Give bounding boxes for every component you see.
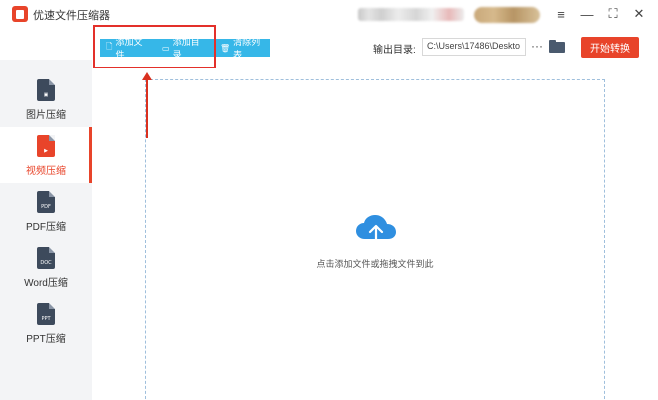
sidebar-item-label: 视频压缩 [26, 166, 66, 177]
app-logo-icon [12, 6, 28, 22]
title-bar: 优速文件压缩器 ≡ — ⛶ ✕ [0, 0, 658, 28]
image-file-icon: ▣ [37, 79, 55, 101]
start-convert-button[interactable]: 开始转换 [581, 37, 639, 58]
sidebar-item-label: Word压缩 [24, 278, 68, 289]
output-dir-label: 输出目录: [373, 45, 416, 56]
trash-icon: 🗑 [220, 43, 231, 53]
annotation-arrow-head [142, 72, 152, 80]
drop-hint-text: 点击添加文件或拖拽文件到此 [316, 259, 434, 269]
video-file-icon: ▶ [37, 135, 55, 157]
sidebar: ▣ 图片压缩 ▶ 视频压缩 PDF PDF压缩 DOC Word压缩 PPT P… [0, 60, 92, 400]
pdf-file-icon: PDF [37, 191, 55, 213]
clear-list-label: 清除列表 [233, 37, 261, 60]
sidebar-item-label: PPT压缩 [26, 334, 66, 345]
annotation-arrow [146, 76, 148, 138]
sidebar-item-video-compress[interactable]: ▶ 视频压缩 [0, 127, 92, 183]
ppt-file-icon: PPT [37, 303, 55, 325]
blurred-account-info [358, 8, 464, 21]
sidebar-item-label: 图片压缩 [26, 110, 66, 121]
close-icon[interactable]: ✕ [629, 4, 649, 24]
cloud-upload-icon[interactable] [355, 213, 397, 247]
doc-file-icon: DOC [37, 247, 55, 269]
output-path-field[interactable]: C:\Users\17486\Deskto [422, 38, 526, 56]
sidebar-item-ppt-compress[interactable]: PPT PPT压缩 [0, 303, 92, 359]
open-folder-icon[interactable] [549, 40, 565, 53]
clear-list-button[interactable]: 🗑 清除列表 [214, 37, 270, 60]
sidebar-item-word-compress[interactable]: DOC Word压缩 [0, 247, 92, 303]
app-title: 优速文件压缩器 [33, 10, 110, 22]
minimize-icon[interactable]: — [577, 4, 597, 24]
sidebar-item-pdf-compress[interactable]: PDF PDF压缩 [0, 191, 92, 247]
sidebar-item-label: PDF压缩 [26, 222, 66, 233]
more-options-button[interactable]: ··· [530, 38, 544, 56]
maximize-icon[interactable]: ⛶ [603, 4, 623, 24]
blurred-user-badge[interactable] [474, 7, 540, 23]
annotation-highlight-box [93, 25, 216, 69]
menu-icon[interactable]: ≡ [551, 4, 571, 24]
